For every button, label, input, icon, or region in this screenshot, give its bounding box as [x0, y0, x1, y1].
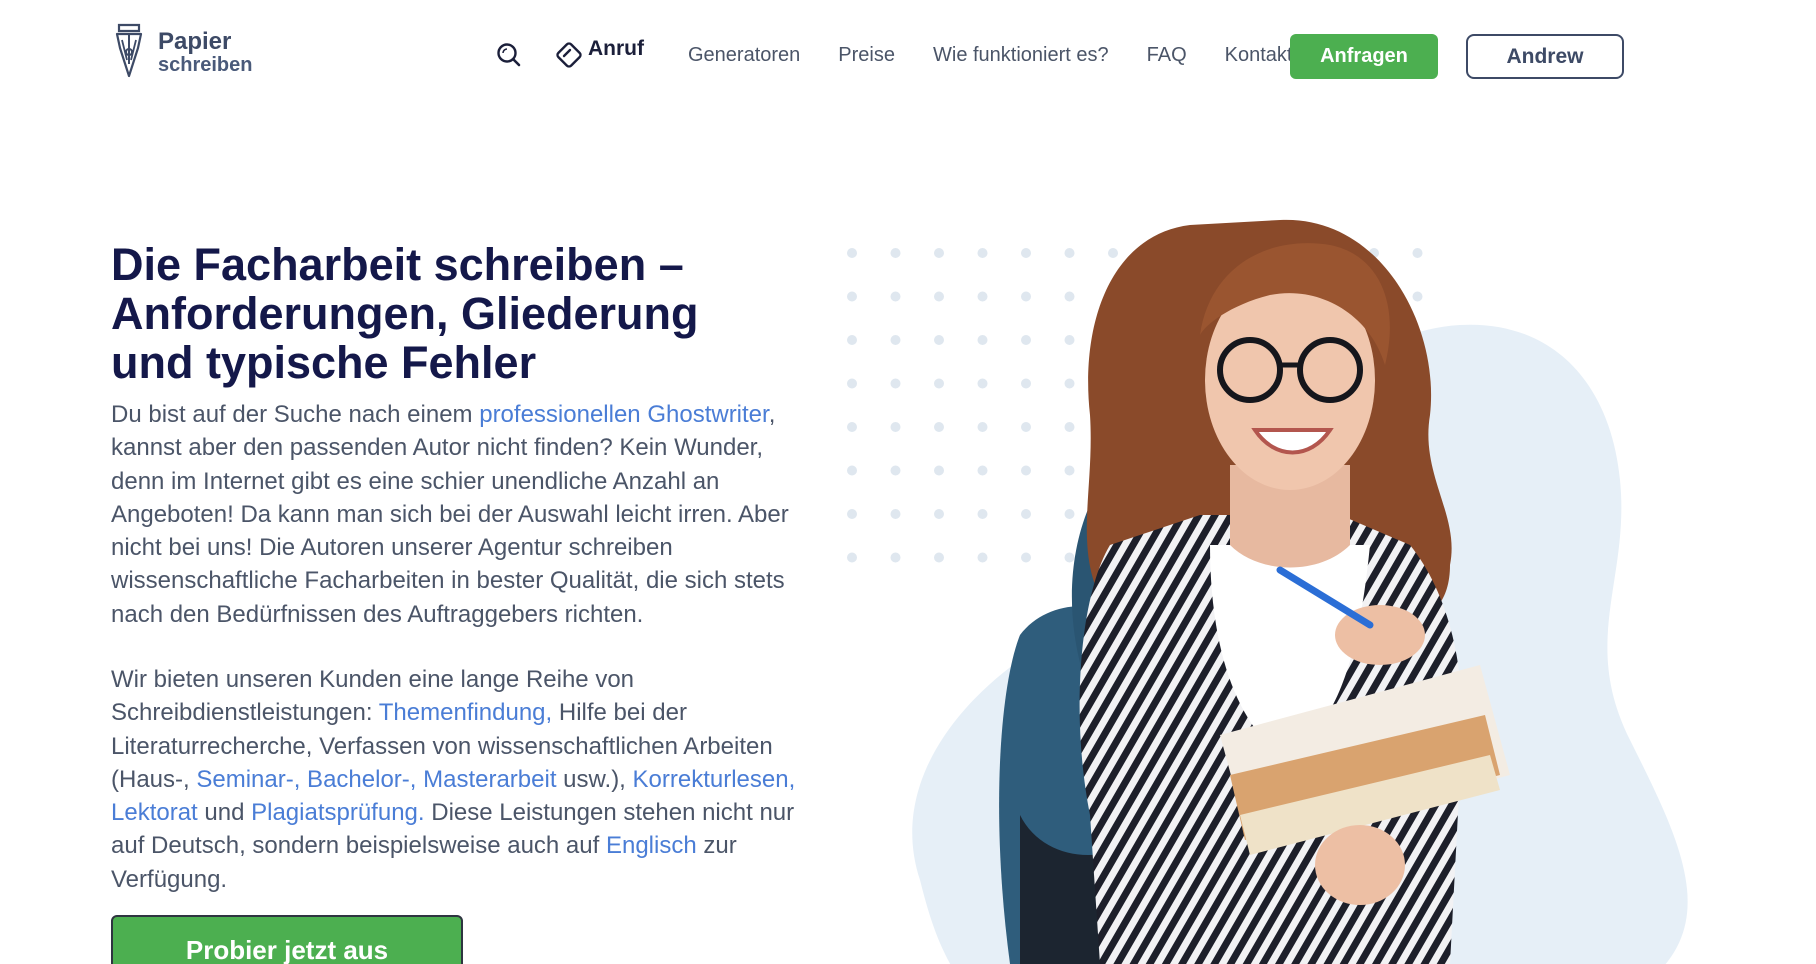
logo-title: Papier: [158, 27, 232, 55]
logo-subtitle: schreiben: [158, 53, 253, 76]
search-icon[interactable]: [494, 40, 524, 70]
nav-generatoren[interactable]: Generatoren: [688, 44, 800, 67]
logo[interactable]: Papier schreiben: [110, 22, 252, 82]
call-label: Anruf: [588, 37, 644, 60]
fountain-pen-icon: [115, 23, 143, 78]
main-nav: Anruf Generatoren Preise Wie funktionier…: [490, 32, 1292, 78]
englisch-link[interactable]: Englisch: [606, 832, 697, 859]
themenfindung-link[interactable]: Themenfindung,: [379, 699, 552, 726]
nav-faq[interactable]: FAQ: [1147, 44, 1187, 67]
try-now-button[interactable]: Probier jetzt aus: [111, 915, 463, 964]
diamond-call-icon: [556, 42, 582, 68]
services-text-3: usw.),: [556, 765, 633, 793]
user-account-button[interactable]: Andrew: [1466, 34, 1624, 79]
nav-kontakt[interactable]: Kontakt: [1225, 44, 1293, 67]
services-paragraph: Wir bieten unseren Kunden eine lange Rei…: [111, 663, 811, 896]
arbeiten-link[interactable]: Seminar-, Bachelor-, Masterarbeit: [196, 766, 556, 793]
services-text-4: und: [197, 799, 252, 827]
student-photo: [999, 219, 1510, 964]
page-title: Die Facharbeit schreiben – Anforderungen…: [111, 239, 699, 388]
intro-paragraph: Du bist auf der Suche nach einem profess…: [111, 398, 811, 631]
site-header: Papier schreiben Anruf Generatoren Preis…: [0, 0, 1816, 112]
nav-preise[interactable]: Preise: [838, 44, 895, 67]
nav-wie-funktioniert-es[interactable]: Wie funktioniert es?: [933, 44, 1109, 67]
intro-text-2: , kannst aber den passenden Autor nicht …: [111, 401, 789, 628]
plagiatspruefung-link[interactable]: Plagiatsprüfung.: [251, 799, 424, 826]
anfragen-button[interactable]: Anfragen: [1290, 34, 1438, 79]
ghostwriter-link[interactable]: professionellen Ghostwriter: [479, 401, 768, 428]
call-button[interactable]: Anruf: [554, 37, 644, 70]
intro-text-1: Du bist auf der Suche nach einem: [111, 401, 480, 428]
